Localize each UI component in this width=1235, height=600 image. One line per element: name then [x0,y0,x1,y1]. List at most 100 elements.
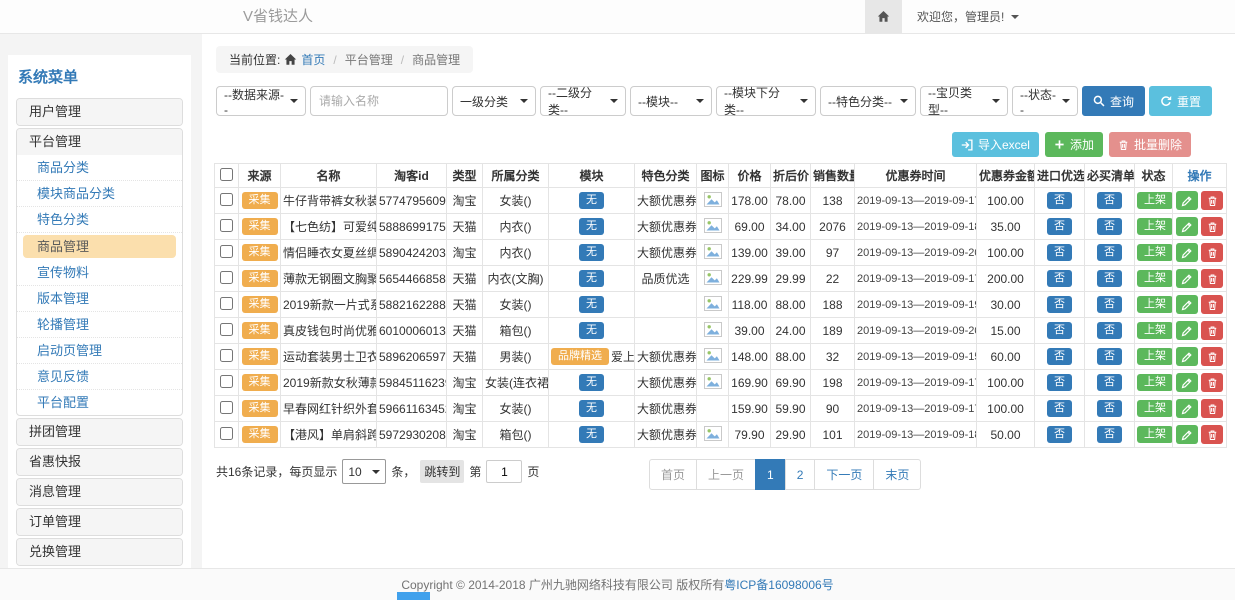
row-delete-button[interactable] [1201,217,1223,236]
import-select-toggle[interactable]: 否 [1047,322,1072,339]
must-buy-toggle[interactable]: 否 [1097,244,1122,261]
must-buy-toggle[interactable]: 否 [1097,296,1122,313]
row-edit-button[interactable] [1176,243,1198,262]
page-last[interactable]: 末页 [873,459,921,490]
row-checkbox[interactable] [220,193,233,206]
add-button[interactable]: 添加 [1045,132,1103,157]
sidebar-group-message-management[interactable]: 消息管理 [17,479,182,505]
must-buy-toggle[interactable]: 否 [1097,218,1122,235]
reset-button[interactable]: 重置 [1149,86,1212,116]
row-checkbox[interactable] [220,245,233,258]
status-on-shelf-button[interactable]: 上架 [1137,192,1173,209]
sidebar-group-discount-express[interactable]: 省惠快报 [17,449,182,475]
import-select-toggle[interactable]: 否 [1047,218,1072,235]
sidebar-item-feedback[interactable]: 意见反馈 [17,364,182,390]
import-excel-button[interactable]: 导入excel [952,132,1039,157]
row-checkbox[interactable] [220,349,233,362]
row-delete-button[interactable] [1201,295,1223,314]
row-delete-button[interactable] [1201,243,1223,262]
must-buy-toggle[interactable]: 否 [1097,270,1122,287]
sidebar-item-feature-category[interactable]: 特色分类 [17,207,182,233]
category1-select[interactable]: 一级分类 [452,86,536,116]
sidebar-item-module-goods-category[interactable]: 模块商品分类 [17,181,182,207]
item-type-select[interactable]: --宝贝类型-- [920,86,1008,116]
row-edit-button[interactable] [1176,373,1198,392]
page-first[interactable]: 首页 [649,459,697,490]
sidebar-group-group-buy-management[interactable]: 拼团管理 [17,419,182,445]
page-2[interactable]: 2 [785,459,816,490]
import-select-toggle[interactable]: 否 [1047,374,1072,391]
import-select-toggle[interactable]: 否 [1047,244,1072,261]
sidebar-item-goods-category[interactable]: 商品分类 [17,155,182,181]
status-on-shelf-button[interactable]: 上架 [1137,374,1173,391]
status-on-shelf-button[interactable]: 上架 [1137,322,1173,339]
row-edit-button[interactable] [1176,295,1198,314]
breadcrumb-home-link[interactable]: 首页 [284,51,325,68]
row-delete-button[interactable] [1201,425,1223,444]
feature-select[interactable]: --特色分类-- [820,86,916,116]
row-delete-button[interactable] [1201,347,1223,366]
sidebar-group-exchange-management[interactable]: 兑换管理 [17,539,182,565]
name-input[interactable] [310,86,448,116]
sidebar-item-splash-management[interactable]: 启动页管理 [17,338,182,364]
status-on-shelf-button[interactable]: 上架 [1137,426,1173,443]
goto-page-input[interactable] [486,460,522,483]
home-button[interactable] [865,0,902,33]
row-delete-button[interactable] [1201,191,1223,210]
row-edit-button[interactable] [1176,269,1198,288]
status-on-shelf-button[interactable]: 上架 [1137,296,1173,313]
select-all-checkbox[interactable] [220,168,233,181]
category2-select[interactable]: --二级分类-- [540,86,626,116]
status-select[interactable]: --状态-- [1012,86,1078,116]
page-1[interactable]: 1 [755,459,786,490]
batch-delete-button[interactable]: 批量删除 [1109,132,1191,157]
import-select-toggle[interactable]: 否 [1047,296,1072,313]
import-select-toggle[interactable]: 否 [1047,400,1072,417]
import-select-toggle[interactable]: 否 [1047,426,1072,443]
must-buy-toggle[interactable]: 否 [1097,322,1122,339]
must-buy-toggle[interactable]: 否 [1097,348,1122,365]
sidebar-group-platform-management[interactable]: 平台管理 [17,129,182,155]
search-button[interactable]: 查询 [1082,86,1145,116]
goto-button[interactable]: 跳转到 [420,460,464,483]
row-checkbox[interactable] [220,401,233,414]
must-buy-toggle[interactable]: 否 [1097,400,1122,417]
row-delete-button[interactable] [1201,373,1223,392]
row-checkbox[interactable] [220,375,233,388]
row-checkbox[interactable] [220,297,233,310]
sidebar-item-goods-management[interactable]: 商品管理 [23,235,176,258]
data-source-select[interactable]: --数据来源-- [216,86,306,116]
page-next[interactable]: 下一页 [814,459,874,490]
import-select-toggle[interactable]: 否 [1047,192,1072,209]
row-edit-button[interactable] [1176,347,1198,366]
import-select-toggle[interactable]: 否 [1047,348,1072,365]
status-on-shelf-button[interactable]: 上架 [1137,400,1173,417]
sidebar-item-carousel-management[interactable]: 轮播管理 [17,312,182,338]
sidebar-item-promo-material[interactable]: 宣传物料 [17,260,182,286]
status-on-shelf-button[interactable]: 上架 [1137,270,1173,287]
status-on-shelf-button[interactable]: 上架 [1137,244,1173,261]
sidebar-group-order-management[interactable]: 订单管理 [17,509,182,535]
sidebar-item-platform-config[interactable]: 平台配置 [17,390,182,415]
sidebar-group-user-management[interactable]: 用户管理 [17,99,182,125]
import-select-toggle[interactable]: 否 [1047,270,1072,287]
user-menu[interactable]: 欢迎您，管理员! [917,8,1019,25]
row-checkbox[interactable] [220,219,233,232]
row-edit-button[interactable] [1176,217,1198,236]
icp-link[interactable]: 粤ICP备16098006号 [724,576,833,593]
row-edit-button[interactable] [1176,425,1198,444]
must-buy-toggle[interactable]: 否 [1097,426,1122,443]
row-delete-button[interactable] [1201,321,1223,340]
page-prev[interactable]: 上一页 [696,459,756,490]
sidebar-item-version-management[interactable]: 版本管理 [17,286,182,312]
status-on-shelf-button[interactable]: 上架 [1137,348,1173,365]
row-edit-button[interactable] [1176,321,1198,340]
must-buy-toggle[interactable]: 否 [1097,374,1122,391]
per-page-select[interactable]: 10 [342,459,386,484]
module-sub-select[interactable]: --模块下分类-- [716,86,816,116]
row-checkbox[interactable] [220,323,233,336]
row-edit-button[interactable] [1176,399,1198,418]
row-delete-button[interactable] [1201,399,1223,418]
must-buy-toggle[interactable]: 否 [1097,192,1122,209]
status-on-shelf-button[interactable]: 上架 [1137,218,1173,235]
